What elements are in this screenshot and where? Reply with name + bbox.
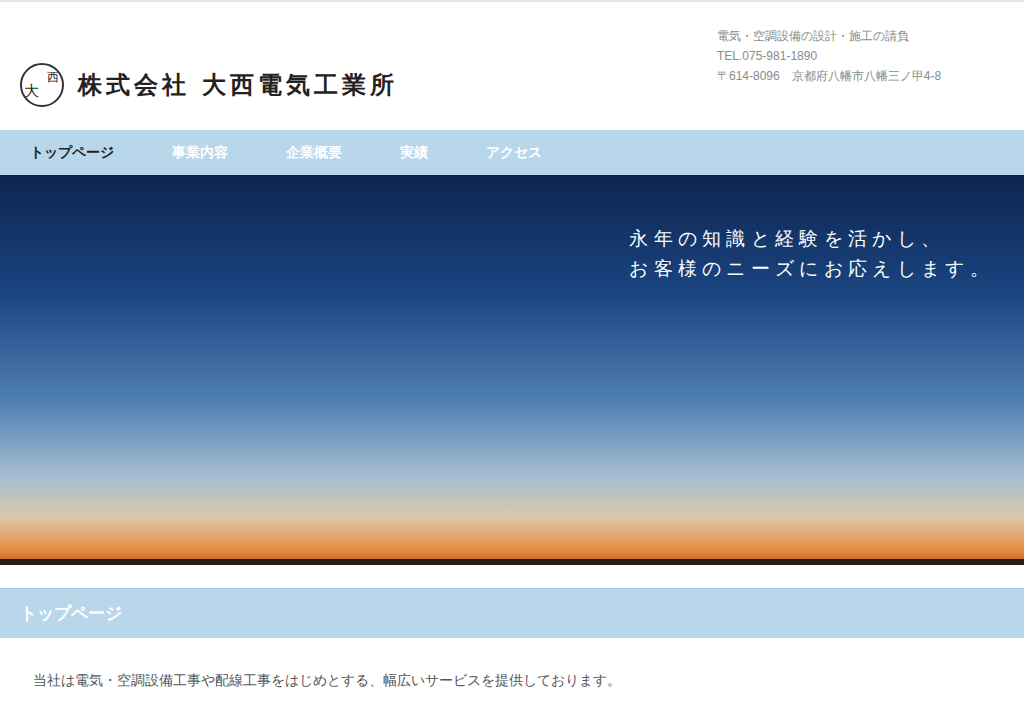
logo[interactable]: 大西株式会社 大西電気工業所: [0, 2, 398, 130]
nav-item[interactable]: 企業概要: [286, 142, 342, 163]
horizon: [0, 559, 1024, 565]
nav-item[interactable]: トップページ: [30, 142, 114, 163]
section-body: 当社は電気・空調設備工事や配線工事をはじめとする、幅広いサービスを提供しておりま…: [0, 638, 1024, 691]
nav-item[interactable]: アクセス: [486, 142, 542, 163]
company-name: 株式会社 大西電気工業所: [78, 67, 398, 103]
header-info-line: 電気・空調設備の設計・施工の請負: [717, 26, 1024, 46]
nav-item[interactable]: 事業内容: [172, 142, 228, 163]
section-paragraph: 当社は電気・空調設備工事や配線工事をはじめとする、幅広いサービスを提供しておりま…: [33, 669, 1024, 691]
section-title-bar: トップページ: [0, 588, 1024, 638]
logo-mark-icon: 大西: [20, 63, 64, 107]
header-info-line: TEL.075-981-1890: [717, 46, 1024, 66]
section-title: トップページ: [20, 601, 122, 627]
global-nav: トップページ 事業内容 企業概要 実績 アクセス: [0, 130, 1024, 175]
hero-slogan: 永年の知識と経験を活かし、お客様のニーズにお応えします。: [629, 223, 994, 559]
nav-item[interactable]: 実績: [400, 142, 428, 163]
header-info: 電気・空調設備の設計・施工の請負TEL.075-981-1890〒614-809…: [717, 2, 1024, 130]
page: 大西株式会社 大西電気工業所 電気・空調設備の設計・施工の請負TEL.075-98…: [0, 0, 1024, 715]
hero-banner: 永年の知識と経験を活かし、お客様のニーズにお応えします。: [0, 175, 1024, 565]
header-info-line: 〒614-8096 京都府八幡市八幡三ノ甲4-8: [717, 66, 1024, 86]
site-header: 大西株式会社 大西電気工業所 電気・空調設備の設計・施工の請負TEL.075-98…: [0, 0, 1024, 130]
